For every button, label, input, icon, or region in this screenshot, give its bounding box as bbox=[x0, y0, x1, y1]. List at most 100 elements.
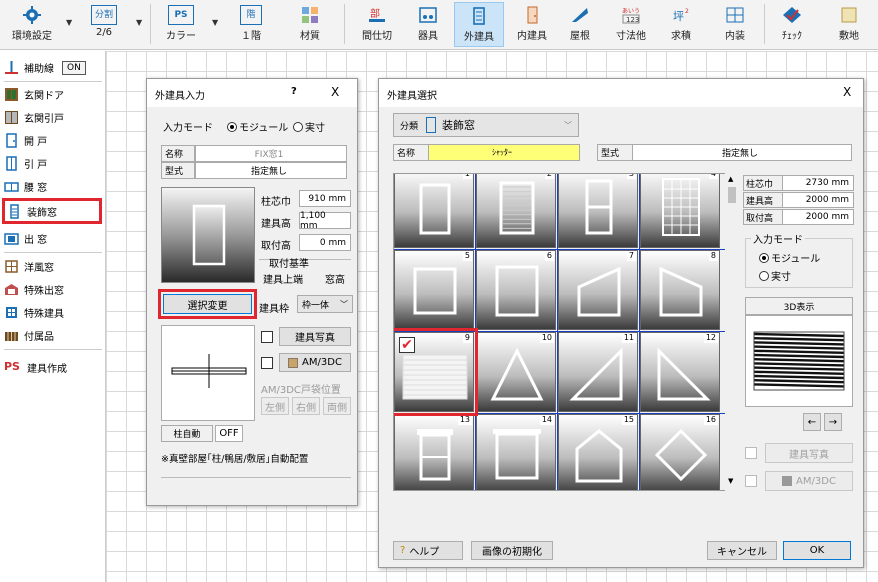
guide-line-toggle[interactable]: ON bbox=[62, 60, 86, 75]
close-icon[interactable]: X bbox=[843, 85, 851, 99]
ok-button[interactable]: OK bbox=[783, 541, 851, 560]
fitting-photo-button[interactable]: 建具写真 bbox=[765, 443, 853, 463]
scroll-down-icon[interactable]: ▼ bbox=[728, 477, 733, 485]
grid-cell-3[interactable]: 3 bbox=[558, 174, 638, 248]
mode-option-actual[interactable]: 実寸 bbox=[293, 119, 325, 134]
menu-item-create-fitting[interactable]: PS 建具作成 bbox=[4, 357, 102, 378]
plan-window-icon bbox=[171, 354, 247, 388]
toolbar-site[interactable]: 敷地 bbox=[826, 2, 872, 47]
grid-cell-14[interactable]: 14 bbox=[476, 414, 556, 490]
grid-cell-13[interactable]: 13 bbox=[394, 414, 474, 490]
menu-item-sliding-door[interactable]: 引 戸 bbox=[4, 153, 102, 174]
menu-item-accessories[interactable]: 付属品 bbox=[4, 325, 102, 346]
decorative-window-icon bbox=[426, 117, 437, 133]
reset-image-button[interactable]: 画像の初期化 bbox=[471, 541, 553, 560]
help-button[interactable]: ? ヘルプ bbox=[393, 541, 463, 560]
toolbar-roof[interactable]: 屋根 bbox=[558, 2, 602, 47]
toolbar-floor[interactable]: 階 １階 bbox=[228, 2, 274, 47]
am3dc-checkbox[interactable] bbox=[745, 475, 757, 487]
type-field[interactable]: 指定無し bbox=[195, 162, 347, 179]
grid-cell-6[interactable]: 6 bbox=[476, 250, 556, 330]
toolbar-dimensions[interactable]: あいう 123 寸法他 bbox=[606, 2, 656, 47]
fitting-grid[interactable]: 1 2 3 4 5 6 7 8 9 ✔ 10 11 12 13 14 15 16 bbox=[393, 173, 727, 491]
grid-cell-4[interactable]: 4 bbox=[640, 174, 720, 248]
menu-item-special-fitting[interactable]: 特殊建具 bbox=[4, 302, 102, 323]
toolbar-fixtures[interactable]: 器具 bbox=[404, 2, 452, 47]
toolbar-exterior-fittings[interactable]: 外建具 bbox=[454, 2, 504, 47]
menu-item-decorative-window[interactable]: 装飾窓 bbox=[2, 198, 102, 224]
category-select[interactable]: 分類 装飾窓 ﹀ bbox=[393, 113, 579, 137]
grid-cell-11[interactable]: 11 bbox=[558, 332, 638, 412]
menu-item-guide-line[interactable]: 補助線 ON bbox=[4, 57, 102, 78]
pos-both-button[interactable]: 両側 bbox=[323, 397, 351, 415]
scroll-thumb[interactable] bbox=[728, 187, 736, 203]
rotate-left-button[interactable]: ← bbox=[803, 413, 821, 431]
toolbar-area-calc[interactable]: 坪2 求積 bbox=[660, 2, 702, 47]
pos-right-button[interactable]: 右側 bbox=[292, 397, 320, 415]
toolbar-env-settings[interactable]: 環境設定 bbox=[4, 2, 60, 47]
fitting-height-field[interactable]: 1,100 mm bbox=[299, 211, 351, 231]
field-text: 2000 mm bbox=[805, 195, 849, 205]
grid-cell-15[interactable]: 15 bbox=[558, 414, 638, 490]
pillar-width-field[interactable]: 2730 mm bbox=[782, 175, 854, 191]
photo-checkbox[interactable] bbox=[745, 447, 757, 459]
toolbar-material[interactable]: 材質 bbox=[288, 2, 332, 47]
toolbar-interior-fittings[interactable]: 内建具 bbox=[508, 2, 556, 47]
toolbar-color[interactable]: PS カラー bbox=[158, 2, 204, 47]
pillar-auto-toggle[interactable]: OFF bbox=[215, 425, 243, 442]
scroll-up-icon[interactable]: ▲ bbox=[728, 175, 733, 183]
menu-item-waist-window[interactable]: 腰 窓 bbox=[4, 176, 102, 197]
fitting-height-label: 建具高 bbox=[743, 192, 783, 208]
am3dc-button[interactable]: AM/3DC bbox=[765, 471, 853, 491]
frame-select[interactable]: 枠一体 ﹀ bbox=[297, 295, 353, 313]
am3dc-checkbox[interactable] bbox=[261, 357, 273, 369]
menu-item-label: 玄関ドア bbox=[24, 91, 64, 102]
photo-checkbox[interactable] bbox=[261, 331, 273, 343]
chevron-down-icon[interactable]: ▼ bbox=[66, 18, 72, 27]
pillar-width-field[interactable]: 910 mm bbox=[299, 190, 351, 207]
view3d-preview[interactable] bbox=[745, 315, 853, 407]
toolbar-split[interactable]: 分割 2/6 bbox=[82, 2, 126, 47]
name-field[interactable]: FIX窓1 bbox=[195, 145, 347, 162]
menu-item-entrance-sliding[interactable]: 玄関引戸 bbox=[4, 107, 102, 128]
mount-basis-value: 建具上端 bbox=[263, 275, 303, 286]
type-field[interactable]: 指定無し bbox=[632, 144, 852, 161]
grid-scrollbar[interactable]: ▲ ▼ bbox=[725, 173, 739, 491]
grid-cell-10[interactable]: 10 bbox=[476, 332, 556, 412]
mode-option-module[interactable]: モジュール bbox=[227, 119, 288, 134]
label-text: 名称 bbox=[397, 149, 416, 159]
mount-height-field[interactable]: 2000 mm bbox=[782, 209, 854, 225]
menu-item-label: 玄関引戸 bbox=[24, 114, 64, 125]
close-icon[interactable]: X bbox=[331, 85, 339, 99]
chevron-down-icon[interactable]: ▼ bbox=[136, 18, 142, 27]
accessories-icon bbox=[5, 332, 18, 341]
pos-left-button[interactable]: 左側 bbox=[261, 397, 289, 415]
grid-cell-16[interactable]: 16 bbox=[640, 414, 720, 490]
grid-cell-5[interactable]: 5 bbox=[394, 250, 474, 330]
grid-cell-8[interactable]: 8 bbox=[640, 250, 720, 330]
fitting-photo-button[interactable]: 建具写真 bbox=[279, 327, 351, 346]
grid-cell-2[interactable]: 2 bbox=[476, 174, 556, 248]
menu-item-hinged-door[interactable]: 開 戸 bbox=[4, 130, 102, 151]
am3dc-button[interactable]: AM/3DC bbox=[279, 353, 351, 372]
fitting-height-field[interactable]: 2000 mm bbox=[782, 192, 854, 208]
cancel-button[interactable]: キャンセル bbox=[707, 541, 777, 560]
toolbar-check[interactable]: ﾁｪｯｸ bbox=[770, 2, 814, 47]
grid-cell-1[interactable]: 1 bbox=[394, 174, 474, 248]
menu-item-entrance-door[interactable]: 玄関ドア bbox=[4, 84, 102, 105]
mount-height-field[interactable]: 0 mm bbox=[299, 234, 351, 251]
change-selection-button[interactable]: 選択変更 bbox=[163, 294, 252, 314]
menu-item-bay-window[interactable]: 出 窓 bbox=[4, 228, 102, 249]
mode-option-actual[interactable]: 実寸 bbox=[759, 268, 791, 283]
chevron-down-icon[interactable]: ▼ bbox=[212, 18, 218, 27]
help-icon[interactable]: ? bbox=[291, 86, 297, 97]
name-field[interactable]: ｼｬｯﾀｰ bbox=[428, 144, 580, 161]
toolbar-interior[interactable]: 内装 bbox=[712, 2, 758, 47]
grid-cell-7[interactable]: 7 bbox=[558, 250, 638, 330]
menu-item-special-bay-window[interactable]: 特殊出窓 bbox=[4, 279, 102, 300]
toolbar-partition[interactable]: 部 間仕切 bbox=[352, 2, 402, 47]
rotate-right-button[interactable]: → bbox=[824, 413, 842, 431]
grid-cell-12[interactable]: 12 bbox=[640, 332, 720, 412]
menu-item-western-window[interactable]: 洋風窓 bbox=[4, 256, 102, 277]
mode-option-module[interactable]: モジュール bbox=[759, 250, 820, 265]
